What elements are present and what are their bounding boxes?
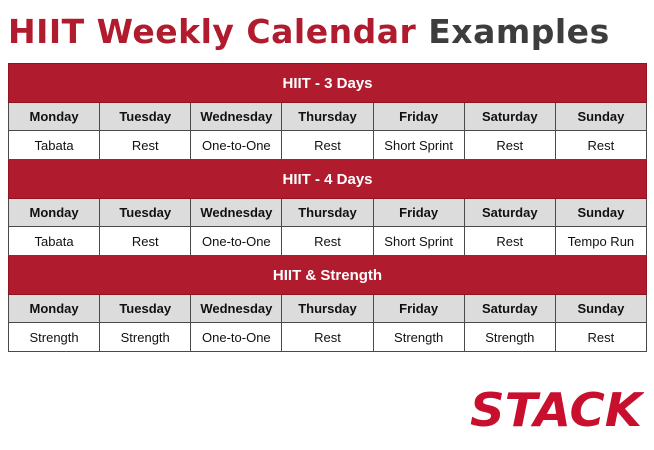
workout-cell: Rest	[463, 130, 556, 160]
workout-cell: Short Sprint	[372, 226, 465, 256]
logo-text: STACK	[470, 385, 644, 431]
section-title: HIIT - 4 Days	[8, 159, 647, 199]
workout-cell: Strength	[7, 322, 101, 352]
page-title: HIIT Weekly Calendar Examples	[8, 12, 610, 52]
workout-row: Tabata Rest One-to-One Rest Short Sprint…	[7, 226, 648, 256]
workout-row: Tabata Rest One-to-One Rest Short Sprint…	[7, 130, 648, 160]
day-header: Friday	[372, 294, 465, 323]
workout-cell: Rest	[281, 226, 374, 256]
workout-cell: Rest	[554, 322, 648, 352]
workout-cell: Rest	[463, 226, 556, 256]
day-header: Wednesday	[190, 198, 283, 227]
day-header: Thursday	[281, 198, 374, 227]
workout-cell: Strength	[99, 322, 192, 352]
day-header: Saturday	[463, 102, 556, 131]
day-header: Monday	[7, 198, 101, 227]
workout-row: Strength Strength One-to-One Rest Streng…	[7, 322, 648, 352]
stack-logo-icon: STACK	[470, 383, 646, 437]
title-secondary: Examples	[428, 12, 610, 51]
title-main: HIIT Weekly Calendar	[8, 12, 417, 51]
workout-cell: Strength	[372, 322, 465, 352]
workout-cell: Rest	[281, 130, 374, 160]
workout-cell: Rest	[99, 130, 192, 160]
day-header: Tuesday	[99, 102, 192, 131]
day-header: Sunday	[554, 198, 648, 227]
section-header: HIIT - 3 Days	[8, 63, 647, 103]
workout-cell: Tabata	[7, 226, 101, 256]
day-header: Monday	[7, 102, 101, 131]
section-title: HIIT - 3 Days	[8, 63, 647, 103]
calendar-table: HIIT - 3 Days Monday Tuesday Wednesday T…	[7, 63, 648, 352]
workout-cell: Rest	[281, 322, 374, 352]
day-header: Saturday	[463, 294, 556, 323]
day-header: Friday	[372, 198, 465, 227]
day-header: Wednesday	[190, 102, 283, 131]
section-header: HIIT - 4 Days	[8, 159, 647, 199]
day-header: Thursday	[281, 294, 374, 323]
day-header: Saturday	[463, 198, 556, 227]
day-header: Tuesday	[99, 294, 192, 323]
day-header: Sunday	[554, 294, 648, 323]
workout-cell: Strength	[463, 322, 556, 352]
workout-cell: One-to-One	[190, 322, 283, 352]
workout-cell: Rest	[99, 226, 192, 256]
day-header-row: Monday Tuesday Wednesday Thursday Friday…	[7, 198, 648, 227]
workout-cell: Rest	[554, 130, 648, 160]
workout-cell: Tabata	[7, 130, 101, 160]
day-header: Friday	[372, 102, 465, 131]
day-header: Monday	[7, 294, 101, 323]
day-header: Tuesday	[99, 198, 192, 227]
section-header: HIIT & Strength	[8, 255, 647, 295]
day-header: Wednesday	[190, 294, 283, 323]
stack-logo: STACK	[468, 383, 646, 437]
day-header: Sunday	[554, 102, 648, 131]
workout-cell: One-to-One	[190, 130, 283, 160]
day-header-row: Monday Tuesday Wednesday Thursday Friday…	[7, 294, 648, 323]
day-header: Thursday	[281, 102, 374, 131]
workout-cell: One-to-One	[190, 226, 283, 256]
section-title: HIIT & Strength	[8, 255, 647, 295]
day-header-row: Monday Tuesday Wednesday Thursday Friday…	[7, 102, 648, 131]
workout-cell: Tempo Run	[554, 226, 648, 256]
workout-cell: Short Sprint	[372, 130, 465, 160]
